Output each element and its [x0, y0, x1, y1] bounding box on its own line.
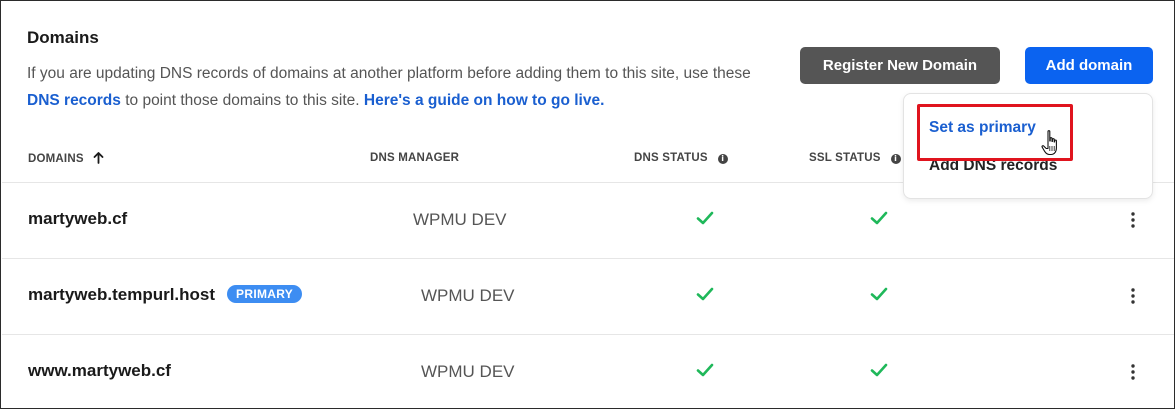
- column-header-dns-manager: DNS MANAGER: [370, 152, 460, 164]
- check-icon: [696, 211, 714, 225]
- column-header-domains-label: DOMAINS: [28, 153, 84, 165]
- primary-badge: PRIMARY: [227, 285, 303, 303]
- arrow-up-icon[interactable]: [93, 152, 104, 167]
- dns-manager-value: WPMU DEV: [421, 286, 515, 305]
- dns-manager-value: WPMU DEV: [413, 210, 507, 229]
- check-icon: [696, 363, 714, 377]
- check-icon: [696, 287, 714, 301]
- column-header-ssl-status-label: SSL STATUS: [809, 152, 881, 164]
- domain-name: martyweb.tempurl.host: [28, 285, 216, 304]
- check-icon: [870, 363, 888, 377]
- column-header-domains[interactable]: DOMAINS: [28, 152, 104, 167]
- kebab-menu-icon[interactable]: [1126, 363, 1140, 381]
- check-icon: [870, 287, 888, 301]
- hand-pointer-cursor-icon: [1041, 130, 1057, 156]
- check-icon: [870, 211, 888, 225]
- domains-panel: Domains If you are updating DNS records …: [0, 0, 1175, 409]
- description-text-2: to point those domains to this site.: [120, 92, 364, 109]
- dns-records-link[interactable]: DNS records: [27, 92, 121, 109]
- column-header-dns-status-label: DNS STATUS: [634, 152, 708, 164]
- table-row: www.martyweb.cf WPMU DEV: [2, 335, 1174, 408]
- kebab-menu-icon[interactable]: [1126, 287, 1140, 305]
- domain-name: www.martyweb.cf: [28, 361, 171, 380]
- register-new-domain-button[interactable]: Register New Domain: [800, 47, 1000, 84]
- dns-manager-value: WPMU DEV: [421, 362, 515, 381]
- domain-name-cell: martyweb.tempurl.host PRIMARY: [28, 285, 303, 305]
- domain-name: martyweb.cf: [28, 209, 128, 228]
- add-domain-button[interactable]: Add domain: [1025, 47, 1153, 84]
- column-header-dns-status: DNS STATUS i: [634, 152, 728, 164]
- kebab-menu-icon[interactable]: [1126, 211, 1140, 229]
- column-header-ssl-status: SSL STATUS i: [809, 152, 901, 164]
- go-live-guide-link[interactable]: Here's a guide on how to go live.: [364, 92, 605, 109]
- info-icon[interactable]: i: [890, 154, 901, 164]
- table-row: martyweb.tempurl.host PRIMARY WPMU DEV: [2, 259, 1174, 334]
- page-title: Domains: [27, 28, 99, 47]
- description: If you are updating DNS records of domai…: [27, 60, 787, 114]
- info-icon[interactable]: i: [717, 154, 728, 164]
- description-text-1: If you are updating DNS records of domai…: [27, 65, 751, 82]
